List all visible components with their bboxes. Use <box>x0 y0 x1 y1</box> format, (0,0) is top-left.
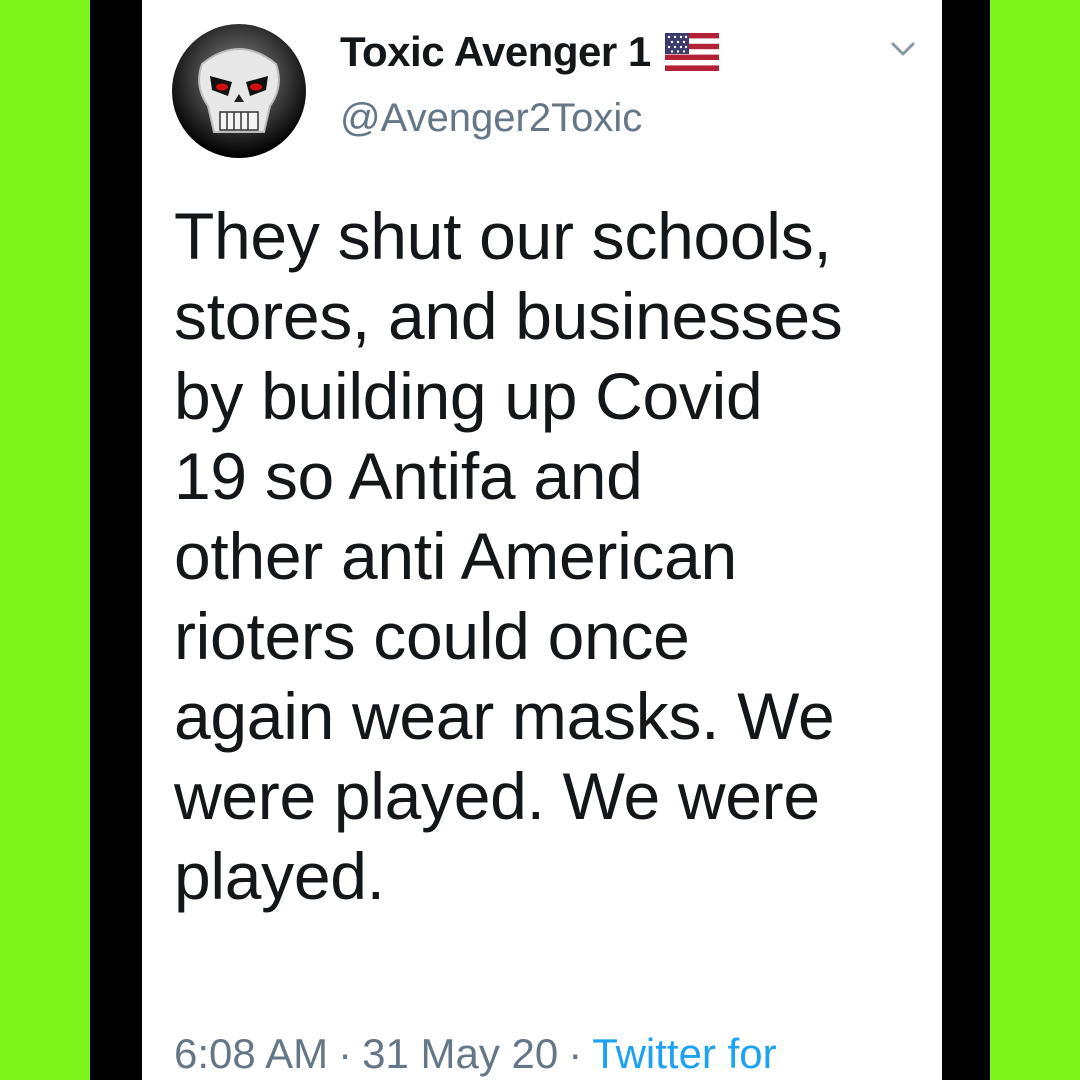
avatar[interactable] <box>172 24 306 158</box>
separator: · <box>568 1030 583 1077</box>
tweet-time[interactable]: 6:08 AM <box>174 1030 328 1077</box>
right-border <box>942 0 990 1080</box>
tweet-card: Toxic Avenger 1 @Avenger2Toxic They shut… <box>142 0 942 1080</box>
tweet-text: They shut our schools, stores, and busin… <box>174 199 843 913</box>
source-link[interactable]: Twitter for <box>592 1030 776 1077</box>
skull-icon <box>198 48 280 133</box>
name-row: Toxic Avenger 1 <box>340 28 719 76</box>
display-name[interactable]: Toxic Avenger 1 <box>340 28 651 76</box>
left-border <box>90 0 142 1080</box>
us-flag-icon <box>664 33 719 71</box>
tweet-meta: 6:08 AM · 31 May 20 · Twitter for <box>174 1030 777 1078</box>
separator: · <box>338 1030 353 1077</box>
user-handle[interactable]: @Avenger2Toxic <box>340 96 642 141</box>
chevron-down-icon[interactable] <box>890 40 916 58</box>
tweet-date[interactable]: 31 May 20 <box>362 1030 558 1077</box>
